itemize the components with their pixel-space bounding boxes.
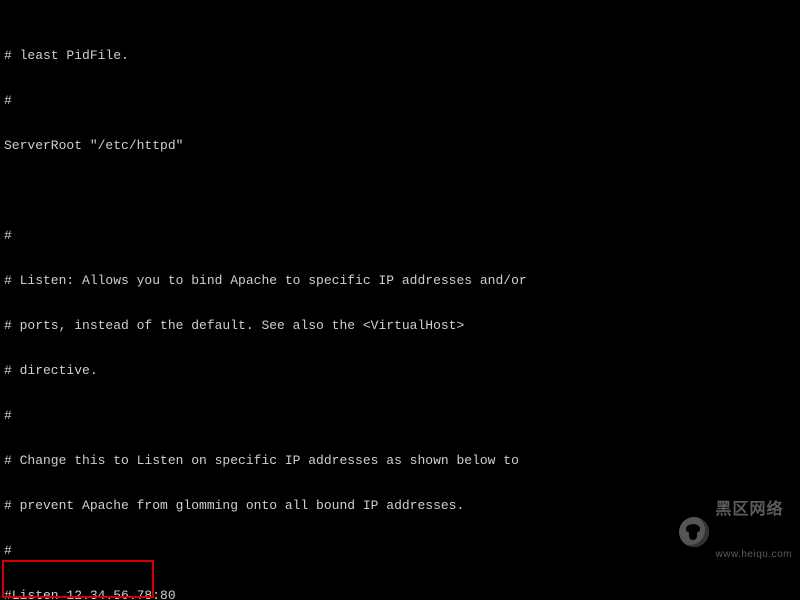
config-line: ServerRoot "/etc/httpd" xyxy=(4,138,796,153)
terminal-viewport[interactable]: # least PidFile. # ServerRoot "/etc/http… xyxy=(0,0,800,600)
config-line: # xyxy=(4,93,796,108)
config-line: # xyxy=(4,408,796,423)
config-line: # prevent Apache from glomming onto all … xyxy=(4,498,796,513)
config-line xyxy=(4,183,796,198)
config-line: # Listen: Allows you to bind Apache to s… xyxy=(4,273,796,288)
config-line: # xyxy=(4,543,796,558)
config-line: # xyxy=(4,228,796,243)
config-line: # directive. xyxy=(4,363,796,378)
watermark-text: 黑区网络 www.heiqu.com xyxy=(715,472,792,592)
watermark: 黑区网络 www.heiqu.com xyxy=(679,472,792,592)
config-line: # Change this to Listen on specific IP a… xyxy=(4,453,796,468)
config-line: #Listen 12.34.56.78:80 xyxy=(4,588,796,600)
config-line: # ports, instead of the default. See als… xyxy=(4,318,796,333)
config-line: # least PidFile. xyxy=(4,48,796,63)
